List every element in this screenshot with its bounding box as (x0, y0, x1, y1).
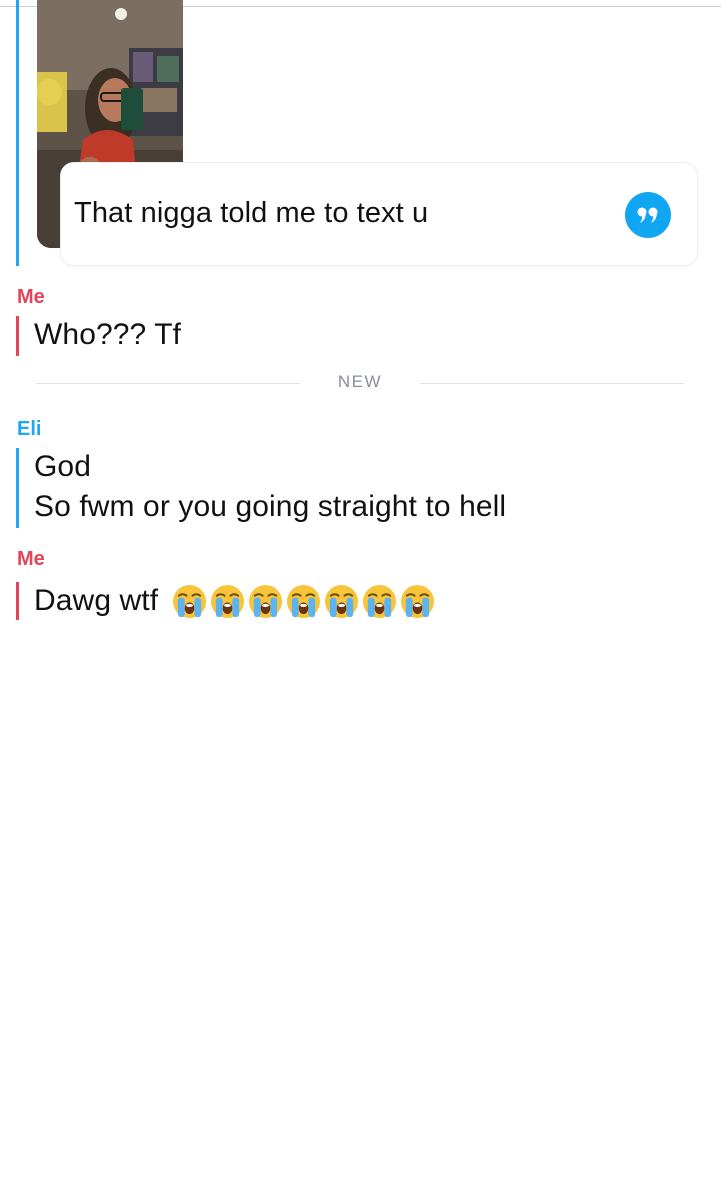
loudly-crying-face-icon (324, 584, 359, 619)
loudly-crying-face-icon (400, 584, 435, 619)
eli-message-bar (16, 0, 19, 266)
eli-message-bar (16, 448, 19, 528)
quoted-message-text: That nigga told me to text u (74, 197, 429, 229)
quote-icon (637, 207, 658, 223)
message-text: Who??? Tf (34, 318, 182, 351)
new-divider-left (36, 383, 300, 384)
me-message-bar (16, 582, 19, 620)
message-text: God (34, 450, 92, 483)
loudly-crying-face-icon (210, 584, 245, 619)
message-text: Dawg wtf (34, 584, 159, 617)
loudly-crying-face-icon (362, 584, 397, 619)
me-message-bar (16, 316, 19, 356)
sender-label-me: Me (17, 286, 45, 308)
new-messages-divider: NEW (337, 372, 383, 391)
quote-reply-button[interactable] (625, 192, 671, 238)
sender-label-eli: Eli (17, 418, 42, 440)
loudly-crying-face-icon (286, 584, 321, 619)
new-divider-right (420, 383, 684, 384)
message-text: So fwm or you going straight to hell (34, 490, 507, 523)
loudly-crying-face-icon (172, 584, 207, 619)
sender-label-me: Me (17, 548, 45, 570)
loudly-crying-face-icon (248, 584, 283, 619)
quoted-message-card[interactable]: That nigga told me to text u (60, 162, 698, 266)
